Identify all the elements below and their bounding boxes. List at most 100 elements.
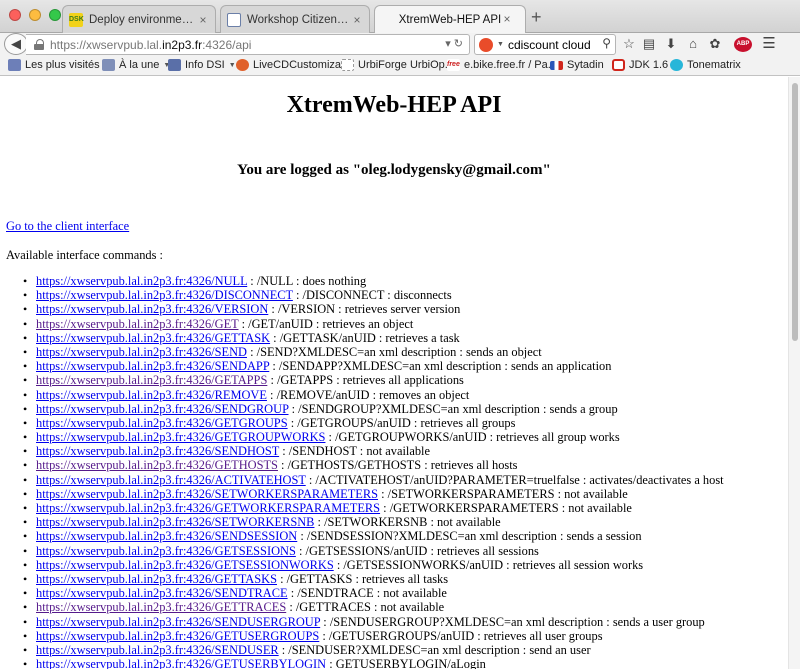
search-icon[interactable]: ⚲ [602, 36, 611, 50]
list-item: https://xwservpub.lal.in2p3.fr:4326/SEND… [23, 529, 724, 544]
command-link[interactable]: https://xwservpub.lal.in2p3.fr:4326/GETT… [36, 331, 270, 345]
url-bar[interactable]: https://xwservpub.lal.in2p3.fr:4326/api … [26, 34, 470, 55]
navigation-bar: ◀ https://xwservpub.lal.in2p3.fr:4326/ap… [0, 33, 800, 56]
list-item: https://xwservpub.lal.in2p3.fr:4326/GETS… [23, 558, 724, 572]
command-link[interactable]: https://xwservpub.lal.in2p3.fr:4326/GETG… [36, 430, 325, 444]
list-item: https://xwservpub.lal.in2p3.fr:4326/DISC… [23, 288, 724, 303]
command-description: : /ACTIVATEHOST/anUID?PARAMETER=truelfal… [305, 472, 724, 487]
list-item: https://xwservpub.lal.in2p3.fr:4326/SEND… [23, 643, 724, 657]
command-link[interactable]: https://xwservpub.lal.in2p3.fr:4326/DISC… [36, 288, 293, 302]
command-link[interactable]: https://xwservpub.lal.in2p3.fr:4326/VERS… [36, 302, 268, 316]
maximize-window-button[interactable] [49, 9, 61, 21]
command-link[interactable]: https://xwservpub.lal.in2p3.fr:4326/GETS… [36, 544, 296, 558]
command-link[interactable]: https://xwservpub.lal.in2p3.fr:4326/NULL [36, 274, 247, 288]
command-link[interactable]: https://xwservpub.lal.in2p3.fr:4326/GETT… [36, 572, 277, 586]
back-button[interactable]: ◀ [4, 33, 28, 55]
url-text: https://xwservpub.lal.in2p3.fr:4326/api [50, 37, 252, 52]
command-link[interactable]: https://xwservpub.lal.in2p3.fr:4326/SETW… [36, 515, 314, 529]
command-link[interactable]: https://xwservpub.lal.in2p3.fr:4326/SEND… [36, 359, 269, 373]
command-description: : /DISCONNECT : disconnects [292, 288, 452, 303]
list-item: https://xwservpub.lal.in2p3.fr:4326/SETW… [23, 515, 724, 529]
command-link[interactable]: https://xwservpub.lal.in2p3.fr:4326/SEND… [36, 444, 279, 458]
tonematrix-icon [670, 59, 683, 71]
command-link[interactable]: https://xwservpub.lal.in2p3.fr:4326/GETU… [36, 657, 326, 669]
search-input[interactable]: cdiscount cloud [508, 38, 591, 52]
command-link[interactable]: https://xwservpub.lal.in2p3.fr:4326/ACTI… [36, 473, 306, 487]
bookmark-sytadin[interactable]: Sytadin [550, 59, 604, 71]
command-link[interactable]: https://xwservpub.lal.in2p3.fr:4326/GETA… [36, 373, 267, 387]
minimize-window-button[interactable] [29, 9, 41, 21]
list-item: https://xwservpub.lal.in2p3.fr:4326/SEND… [23, 402, 724, 416]
command-link[interactable]: https://xwservpub.lal.in2p3.fr:4326/GET [36, 317, 238, 331]
bookmark-info-dsi[interactable]: Info DSI ▼ [168, 59, 236, 71]
list-item: https://xwservpub.lal.in2p3.fr:4326/VERS… [23, 302, 724, 317]
close-icon[interactable]: × [349, 13, 365, 27]
reader-view-icon[interactable]: ▤ [640, 36, 658, 52]
command-description: : /GETTASK/anUID : retrieves a task [270, 330, 460, 345]
command-link[interactable]: https://xwservpub.lal.in2p3.fr:4326/SEND [36, 345, 247, 359]
tab-workshop-citizen-science[interactable]: Workshop Citizen Science ... × [220, 5, 370, 33]
list-item: https://xwservpub.lal.in2p3.fr:4326/SEND… [23, 444, 724, 458]
chevron-down-icon[interactable]: ▼ [497, 41, 504, 48]
bookmark-livecdcustomiza[interactable]: LiveCDCustomiza... [236, 59, 350, 71]
adblock-icon[interactable]: ABP [734, 37, 752, 52]
command-description: : /SEND?XMLDESC=an xml description : sen… [246, 344, 542, 359]
command-link[interactable]: https://xwservpub.lal.in2p3.fr:4326/GETW… [36, 501, 380, 515]
command-description: : /GETTRACES : not available [286, 600, 445, 615]
command-link[interactable]: https://xwservpub.lal.in2p3.fr:4326/GETS… [36, 558, 334, 572]
command-link[interactable]: https://xwservpub.lal.in2p3.fr:4326/SEND… [36, 586, 288, 600]
new-tab-button[interactable]: + [531, 8, 542, 26]
search-bar[interactable]: ▼ cdiscount cloud ⚲ [474, 34, 616, 55]
scrollbar-thumb[interactable] [792, 83, 798, 341]
list-item: https://xwservpub.lal.in2p3.fr:4326/SETW… [23, 487, 724, 501]
command-link[interactable]: https://xwservpub.lal.in2p3.fr:4326/REMO… [36, 388, 267, 402]
home-icon[interactable]: ⌂ [684, 36, 702, 52]
page-icon [341, 59, 354, 71]
command-link[interactable]: https://xwservpub.lal.in2p3.fr:4326/GETT… [36, 600, 286, 614]
close-window-button[interactable] [9, 9, 21, 21]
command-description: : /GETSESSIONS/anUID : retrieves all ses… [295, 543, 539, 558]
command-description: : /VERSION : retrieves server version [268, 302, 461, 317]
command-link[interactable]: https://xwservpub.lal.in2p3.fr:4326/GETG… [36, 416, 288, 430]
command-description: : /SENDSESSION?XMLDESC=an xml descriptio… [297, 529, 642, 544]
search-engine-icon[interactable] [479, 37, 493, 52]
bookmark-star-icon[interactable]: ☆ [620, 36, 638, 52]
command-description: : /GET/anUID : retrieves an object [238, 316, 414, 331]
command-link[interactable]: https://xwservpub.lal.in2p3.fr:4326/GETU… [36, 629, 319, 643]
command-link[interactable]: https://xwservpub.lal.in2p3.fr:4326/GETH… [36, 458, 278, 472]
bookmark-a-la-une[interactable]: À la une ▼ [102, 59, 170, 71]
bookmark-ebike-free[interactable]: free e.bike.free.fr / Pa... [447, 59, 557, 71]
command-link[interactable]: https://xwservpub.lal.in2p3.fr:4326/SEND… [36, 643, 279, 657]
command-link[interactable]: https://xwservpub.lal.in2p3.fr:4326/SEND… [36, 615, 320, 629]
list-item: https://xwservpub.lal.in2p3.fr:4326/GETG… [23, 430, 724, 444]
bookmark-les-plus-visites[interactable]: Les plus visités▼ [8, 59, 111, 71]
command-link[interactable]: https://xwservpub.lal.in2p3.fr:4326/SEND… [36, 402, 289, 416]
tab-xtremweb-api[interactable]: XtremWeb-HEP API × [374, 5, 526, 34]
close-icon[interactable]: × [499, 12, 515, 26]
reload-icon[interactable]: ▾ ↻ [445, 37, 463, 50]
logged-in-message: You are logged as "oleg.lodygensky@gmail… [237, 162, 551, 178]
client-interface-link[interactable]: Go to the client interface [6, 219, 129, 234]
list-item: https://xwservpub.lal.in2p3.fr:4326/GETH… [23, 458, 724, 472]
command-description: : /GETAPPS : retrieves all applications [267, 373, 464, 388]
list-item: https://xwservpub.lal.in2p3.fr:4326/REMO… [23, 387, 724, 402]
tab-label: XtremWeb-HEP API [398, 14, 502, 26]
list-item: https://xwservpub.lal.in2p3.fr:4326/GETG… [23, 416, 724, 430]
command-description: : /GETTASKS : retrieves all tasks [276, 571, 449, 586]
bookmark-urbiforge[interactable]: UrbiForge UrbiOp... [341, 59, 454, 71]
tab-deploy-environment[interactable]: DSK Deploy environment--OAR... × [62, 5, 216, 33]
menu-icon[interactable]: ☰ [760, 36, 778, 52]
bookmark-tonematrix[interactable]: Tonematrix [670, 59, 741, 71]
command-link[interactable]: https://xwservpub.lal.in2p3.fr:4326/SETW… [36, 487, 378, 501]
sync-icon[interactable]: ✿ [706, 36, 724, 52]
bookmark-jdk[interactable]: JDK 1.6 [612, 59, 668, 71]
command-description: : /REMOVE/anUID : removes an object [266, 387, 470, 402]
command-link[interactable]: https://xwservpub.lal.in2p3.fr:4326/SEND… [36, 529, 297, 543]
dsk-favicon-icon: DSK [69, 12, 84, 27]
vertical-scrollbar[interactable] [788, 77, 800, 669]
close-icon[interactable]: × [195, 13, 211, 27]
download-icon[interactable]: ⬇ [662, 36, 680, 52]
chevron-down-icon: ▼ [228, 61, 236, 69]
command-description: : /SENDAPP?XMLDESC=an xml description : … [269, 359, 612, 374]
command-description: : /GETWORKERSPARAMETERS : not available [380, 501, 632, 515]
